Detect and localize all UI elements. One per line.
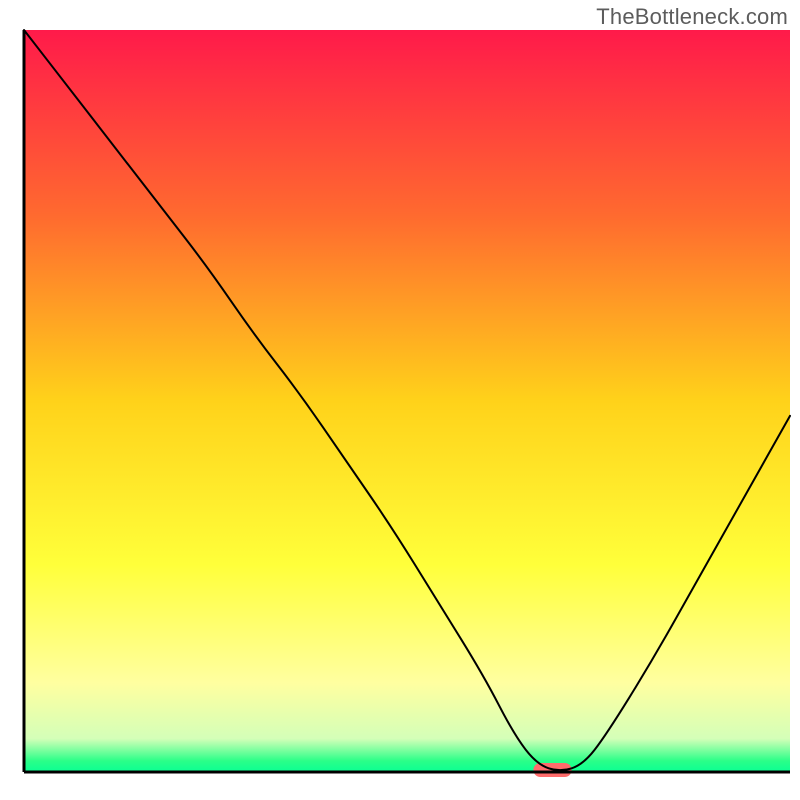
watermark-label: TheBottleneck.com: [596, 4, 788, 30]
bottleneck-chart: TheBottleneck.com: [0, 0, 800, 800]
plot-background: [24, 30, 790, 772]
chart-svg: [0, 0, 800, 800]
